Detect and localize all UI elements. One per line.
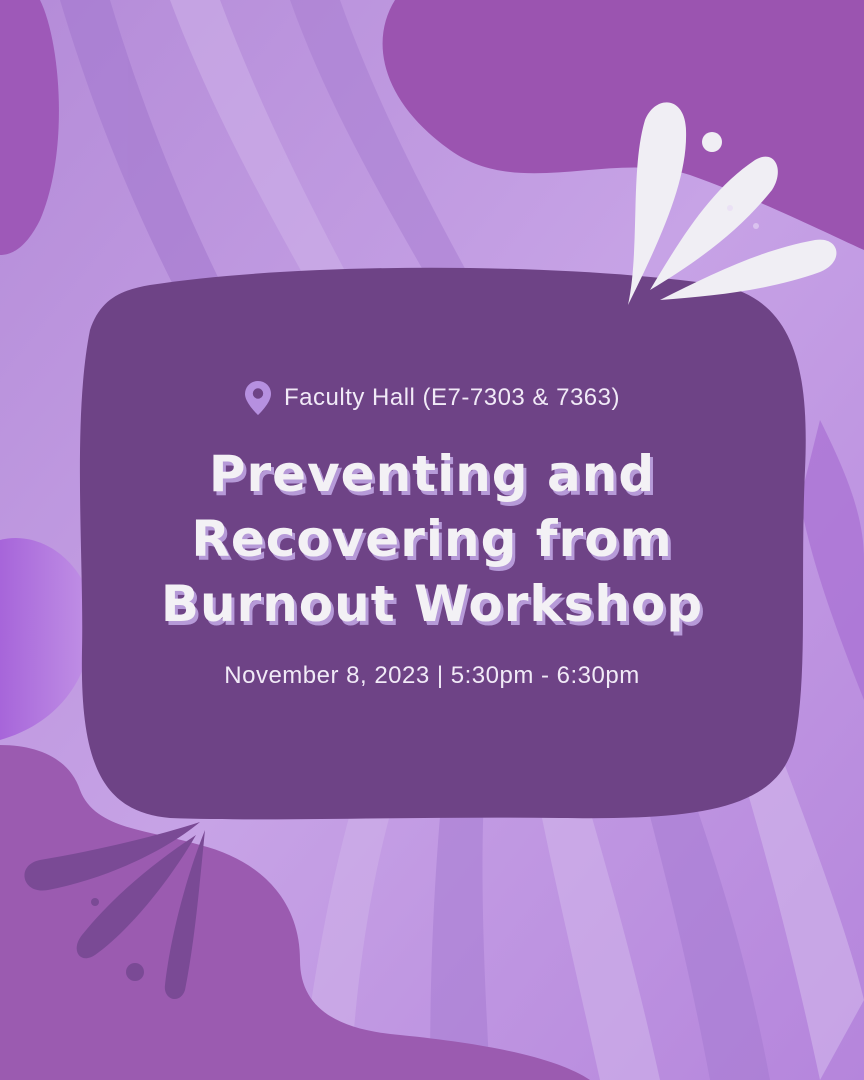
title-line: Burnout Workshop xyxy=(160,575,704,633)
title-line: Preventing and xyxy=(208,445,656,503)
event-title: Preventing and Recovering from Burnout W… xyxy=(0,442,864,637)
event-location: Faculty Hall (E7-7303 & 7363) xyxy=(284,384,620,411)
event-poster: Faculty Hall (E7-7303 & 7363) Preventing… xyxy=(0,0,864,1080)
event-datetime: November 8, 2023 | 5:30pm - 6:30pm xyxy=(224,662,640,689)
location-row: Faculty Hall (E7-7303 & 7363) xyxy=(0,380,864,416)
map-pin-icon xyxy=(245,381,271,415)
title-line: Recovering from xyxy=(191,510,673,568)
